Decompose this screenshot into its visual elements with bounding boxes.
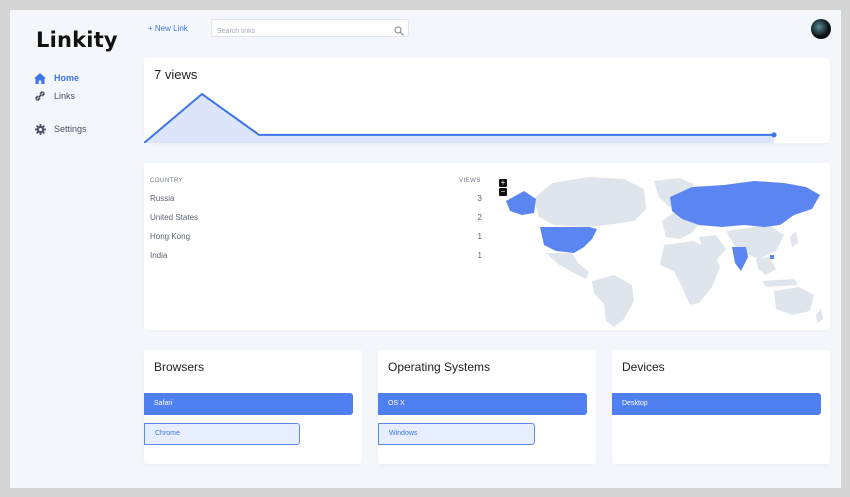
map-united-states (540, 227, 597, 253)
sidebar-item-settings[interactable]: Settings (34, 123, 87, 135)
search-box (211, 19, 409, 40)
table-row: Russia 3 (150, 194, 482, 206)
map-canada (534, 177, 646, 227)
os-bar-windows[interactable]: Windows (378, 423, 535, 445)
country-name: United States (150, 213, 199, 222)
views-column-header: VIEWS (459, 178, 481, 184)
map-hong-kong (770, 255, 774, 259)
map-mexico (546, 253, 589, 279)
devices-card: Devices Desktop (612, 350, 830, 464)
country-views: 2 (477, 213, 482, 222)
os-card: Operating Systems OS X Windows (378, 350, 596, 464)
table-row: United States 2 (150, 213, 482, 225)
views-card: 7 views (144, 58, 830, 143)
sidebar-item-label: Home (54, 73, 80, 83)
map-indonesia (762, 279, 798, 287)
views-point[interactable] (771, 132, 777, 138)
country-name: India (150, 251, 168, 260)
browsers-card: Browsers Safari Chrome (144, 350, 362, 464)
sidebar-item-label: Links (54, 91, 76, 101)
os-title: Operating Systems (388, 360, 491, 374)
avatar[interactable] (811, 19, 831, 39)
app: Linkity Home Links Settings + New Link 7… (10, 10, 841, 488)
sidebar-item-label: Settings (54, 124, 87, 134)
sidebar-item-links[interactable]: Links (34, 90, 75, 102)
table-row: Hong Kong 1 (150, 232, 482, 244)
views-chart (144, 92, 777, 143)
logo: Linkity (36, 28, 118, 52)
devices-title: Devices (622, 360, 665, 374)
map-japan (790, 231, 798, 247)
country-column-header: COUNTRY (150, 178, 184, 184)
device-bar-desktop[interactable]: Desktop (612, 393, 821, 415)
map-india (732, 247, 748, 271)
map-australia (774, 287, 814, 315)
country-views: 1 (477, 251, 482, 260)
os-bar-osx[interactable]: OS X (378, 393, 587, 415)
map-alaska (506, 191, 536, 215)
browser-bar-chrome[interactable]: Chrome (144, 423, 300, 445)
new-link-button[interactable]: + New Link (148, 24, 188, 33)
link-icon (34, 90, 46, 102)
map-south-america (592, 275, 634, 327)
geo-card: COUNTRY VIEWS Russia 3 United States 2 H… (144, 163, 830, 330)
country-name: Hong Kong (150, 232, 191, 241)
country-views: 1 (477, 232, 482, 241)
map-new-zealand (816, 309, 823, 323)
world-map (506, 177, 823, 327)
map-se-asia (756, 257, 776, 275)
sidebar-item-home[interactable]: Home (34, 72, 79, 84)
browser-bar-safari[interactable]: Safari (144, 393, 353, 415)
country-views: 3 (477, 194, 482, 203)
browsers-title: Browsers (154, 360, 205, 374)
search-icon[interactable] (394, 23, 404, 41)
map-russia (670, 181, 820, 227)
gear-icon (34, 123, 46, 135)
home-icon (34, 72, 46, 84)
table-row: India 1 (150, 251, 482, 263)
search-input[interactable] (212, 23, 382, 40)
country-name: Russia (150, 194, 175, 203)
